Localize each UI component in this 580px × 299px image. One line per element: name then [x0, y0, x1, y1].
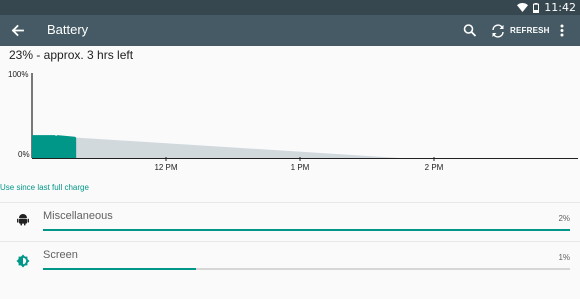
- usage-section-header: Use since last full charge: [0, 183, 89, 192]
- arrow-back-icon: [11, 24, 24, 37]
- usage-item-percent: 1%: [558, 253, 570, 262]
- status-time: 11:42: [544, 1, 576, 14]
- usage-item-percent: 2%: [558, 214, 570, 223]
- usage-item-miscellaneous[interactable]: Miscellaneous 2%: [0, 203, 580, 241]
- x-tick-label-1pm: 1 PM: [291, 163, 310, 172]
- more-vert-icon: [560, 24, 564, 37]
- app-bar: Battery REFRESH: [0, 15, 580, 46]
- screen-brightness-icon: [16, 254, 30, 268]
- overflow-menu-button[interactable]: [556, 21, 568, 40]
- history-area: [32, 135, 77, 158]
- usage-progress-track: [43, 229, 570, 231]
- android-icon: [17, 214, 29, 226]
- back-button[interactable]: [8, 21, 27, 40]
- x-tick-label-12pm: 12 PM: [154, 163, 177, 172]
- x-tick-label-2pm: 2 PM: [425, 163, 444, 172]
- wifi-icon: [517, 3, 529, 12]
- page-title: Battery: [47, 22, 89, 37]
- search-icon: [463, 24, 477, 37]
- battery-summary: 23% - approx. 3 hrs left: [9, 48, 134, 62]
- usage-item-screen[interactable]: Screen 1%: [0, 242, 580, 280]
- usage-progress-fill: [43, 229, 570, 231]
- search-button[interactable]: [462, 21, 478, 40]
- y-tick-label-0: 0%: [18, 150, 30, 159]
- status-icons: 11:42: [517, 0, 576, 15]
- usage-item-label: Screen: [43, 249, 78, 261]
- usage-item-label: Miscellaneous: [43, 210, 113, 222]
- refresh-label: REFRESH: [510, 26, 550, 35]
- refresh-icon: [492, 23, 504, 38]
- y-tick-label-100: 100%: [8, 70, 28, 79]
- prediction-area: [76, 137, 401, 158]
- battery-chart: 100% 0% 12 PM 1 PM 2 PM: [8, 70, 578, 172]
- status-bar: 11:42: [0, 0, 580, 15]
- battery-icon: [533, 2, 540, 13]
- usage-progress-fill: [43, 268, 196, 270]
- refresh-button[interactable]: REFRESH: [490, 20, 550, 41]
- usage-progress-track: [43, 268, 570, 270]
